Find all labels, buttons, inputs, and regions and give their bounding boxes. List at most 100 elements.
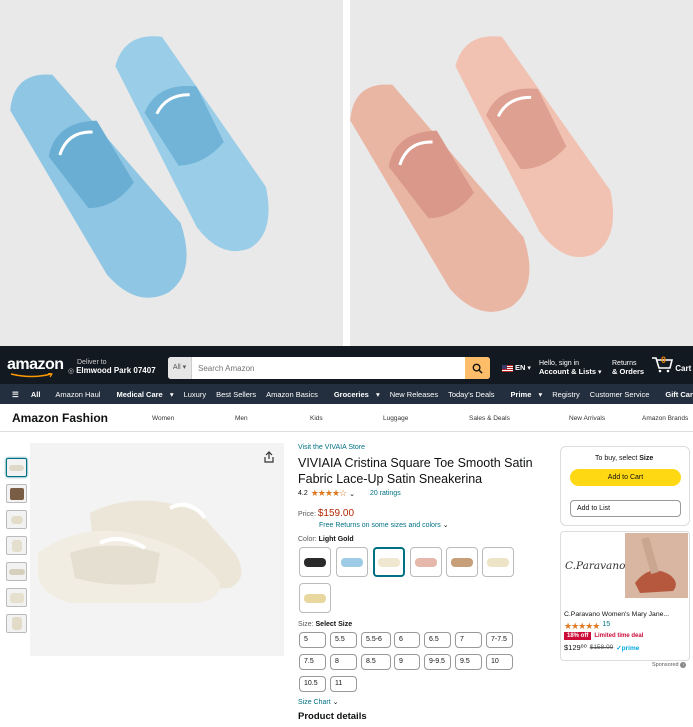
nav-prime-label: Prime	[510, 389, 532, 399]
color-swatch-blue[interactable]	[336, 547, 368, 577]
add-to-cart-button[interactable]: Add to Cart	[570, 469, 681, 486]
store-link-amazon-brands[interactable]: Amazon Brands	[642, 415, 688, 422]
share-icon[interactable]	[263, 451, 275, 463]
size-value: Select Size	[315, 621, 353, 628]
size-option[interactable]: 8.5	[361, 654, 391, 670]
color-swatch-light-gold[interactable]	[373, 547, 405, 577]
amazon-logo[interactable]: amazon	[7, 356, 64, 374]
account-greeting: Hello, sign in	[539, 360, 580, 367]
nav-customer-service[interactable]: Customer Service	[590, 390, 650, 399]
nav-amazon-basics[interactable]: Amazon Basics	[266, 390, 318, 399]
thumbnail[interactable]	[6, 484, 27, 503]
size-option[interactable]: 11	[330, 676, 357, 692]
color-swatch-tan[interactable]	[446, 547, 478, 577]
prime-badge: ✓prime	[616, 644, 640, 652]
size-option[interactable]: 9	[394, 654, 420, 670]
nav-medical-care[interactable]: Medical Care ▾	[110, 390, 173, 399]
nav-gift-cards[interactable]: Gift Cards ▾	[659, 390, 693, 399]
price-row: Price: $159.00	[298, 508, 354, 519]
thumbnail[interactable]	[6, 614, 27, 633]
nav-groceries[interactable]: Groceries ▾	[328, 390, 380, 399]
store-link-sales-deals[interactable]: Sales & Deals	[469, 415, 510, 422]
thumbnail[interactable]	[6, 588, 27, 607]
thumbnail[interactable]	[6, 510, 27, 529]
rating-stars-icon[interactable]: ★★★★☆	[311, 488, 347, 499]
product-title: VIVIAIA Cristina Square Toe Smooth Satin…	[298, 456, 533, 486]
buy-hint-prefix: To buy, select	[595, 455, 638, 462]
size-option[interactable]: 6.5	[424, 632, 451, 648]
size-option[interactable]: 10.5	[299, 676, 326, 692]
store-title[interactable]: Amazon Fashion	[12, 411, 108, 425]
product-details-heading: Product details	[298, 711, 367, 722]
size-chart-link[interactable]: Size Chart ⌄	[298, 698, 339, 706]
nav-amazon-haul[interactable]: Amazon Haul	[55, 390, 100, 399]
size-option[interactable]: 9-9.5	[424, 654, 451, 670]
info-icon[interactable]: i	[680, 662, 687, 668]
deal-text: Limited time deal	[594, 633, 644, 639]
search-category-select[interactable]: All ▾	[168, 357, 192, 379]
ad-stars-icon: ★★★★★	[564, 621, 600, 631]
nav-new-releases[interactable]: New Releases	[390, 390, 438, 399]
deliver-to[interactable]: Deliver to ◎ Elmwood Park 07407	[68, 359, 156, 376]
sponsored-text: Sponsored	[652, 662, 679, 668]
search-input[interactable]	[198, 357, 458, 379]
ad-title[interactable]: C.Paravano Women's Mary Jane...	[564, 611, 686, 618]
account-menu[interactable]: Hello, sign in Account & Lists ▾	[539, 360, 602, 377]
nav-prime[interactable]: Prime ▾	[505, 390, 543, 399]
ratings-count-link[interactable]: 20 ratings	[370, 490, 401, 497]
free-returns-link[interactable]: Free Returns on some sizes and colors ⌄	[319, 521, 449, 529]
menu-all[interactable]: ☰ All	[6, 390, 45, 399]
photo-blue-shoes[interactable]	[0, 0, 343, 346]
size-option[interactable]: 8	[330, 654, 357, 670]
nav-registry[interactable]: Registry	[552, 390, 580, 399]
nav-best-sellers[interactable]: Best Sellers	[216, 390, 256, 399]
nav-groceries-label: Groceries	[333, 389, 369, 399]
nav-todays-deals[interactable]: Today's Deals	[448, 390, 494, 399]
size-option[interactable]: 7	[455, 632, 482, 648]
size-option[interactable]: 5.5-6	[361, 632, 391, 648]
size-option[interactable]: 10	[486, 654, 513, 670]
store-link-men[interactable]: Men	[235, 415, 248, 422]
free-returns-label: Free Returns on some sizes and colors	[319, 522, 441, 529]
store-link-luggage[interactable]: Luggage	[383, 415, 408, 422]
color-swatch-cream[interactable]	[482, 547, 514, 577]
ad-deal: 18% off Limited time deal	[564, 632, 643, 640]
thumbnail[interactable]	[6, 562, 27, 581]
cart-button[interactable]: 0 Cart	[651, 355, 691, 373]
color-swatch-gold[interactable]	[299, 583, 331, 613]
language-selector[interactable]: EN ▾	[502, 364, 531, 373]
deliver-location: Elmwood Park 07407	[76, 366, 156, 375]
buy-hint: To buy, select Size	[595, 455, 653, 462]
color-swatch-black[interactable]	[299, 547, 331, 577]
returns-orders[interactable]: Returns & Orders	[612, 360, 644, 377]
ad-product-image[interactable]	[625, 533, 688, 598]
search-bar: All ▾	[168, 357, 490, 379]
search-button[interactable]	[465, 357, 490, 379]
size-label-prefix: Size:	[298, 621, 314, 628]
chevron-down-icon: ⌄	[442, 522, 449, 529]
add-to-list-button[interactable]: Add to List	[570, 500, 681, 517]
store-link-new-arrivals[interactable]: New Arrivals	[569, 415, 605, 422]
size-option[interactable]: 5.5	[330, 632, 357, 648]
size-option[interactable]: 6	[394, 632, 420, 648]
visit-store-link[interactable]: Visit the VIVAIA Store	[298, 444, 365, 451]
size-option[interactable]: 5	[299, 632, 326, 648]
cart-label: Cart	[675, 364, 692, 373]
store-link-kids[interactable]: Kids	[310, 415, 323, 422]
size-option[interactable]: 7-7.5	[486, 632, 513, 648]
store-link-women[interactable]: Women	[152, 415, 174, 422]
chevron-down-icon[interactable]: ⌄	[349, 490, 355, 498]
nav-luxury[interactable]: Luxury	[184, 390, 207, 399]
buy-hint-size: Size	[639, 455, 654, 462]
ad-review-count[interactable]: 15	[602, 621, 610, 632]
size-option[interactable]: 9.5	[455, 654, 482, 670]
thumbnail[interactable]	[6, 536, 27, 555]
photo-pink-shoes[interactable]	[350, 0, 693, 346]
ad-rating: ★★★★★ 15	[564, 621, 610, 632]
thumbnail[interactable]	[6, 458, 27, 477]
deliver-line1: Deliver to	[77, 359, 107, 366]
main-product-image[interactable]	[30, 443, 284, 656]
ad-old-price: $158.00	[589, 644, 614, 651]
color-swatch-pink[interactable]	[410, 547, 442, 577]
size-option[interactable]: 7.5	[299, 654, 326, 670]
